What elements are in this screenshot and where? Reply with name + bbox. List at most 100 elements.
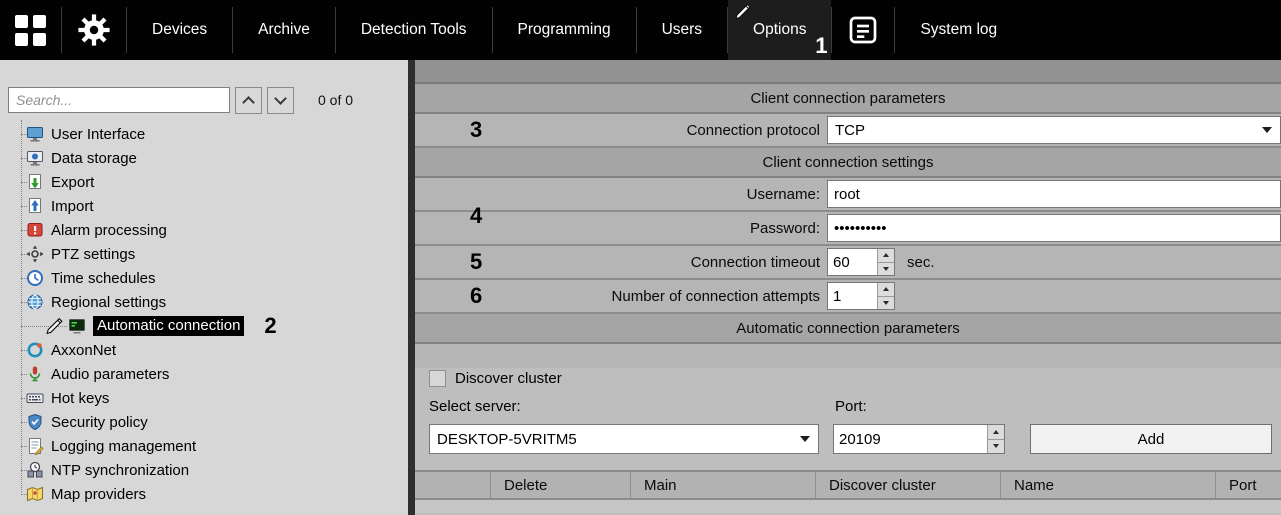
server-select[interactable]: DESKTOP-5VRITM5 bbox=[429, 424, 819, 454]
annotation-3: 3 bbox=[470, 119, 482, 141]
ntp-clock-icon bbox=[26, 461, 44, 479]
spin-down-button[interactable] bbox=[988, 439, 1004, 454]
arrow-up-icon bbox=[883, 287, 889, 291]
connection-attempts-spinner[interactable] bbox=[827, 282, 895, 310]
annotation-1: 1 bbox=[815, 35, 827, 57]
spin-up-button[interactable] bbox=[988, 425, 1004, 439]
dropdown-arrow-icon bbox=[800, 436, 810, 442]
tab-label: Archive bbox=[258, 21, 310, 39]
alarm-icon bbox=[26, 221, 44, 239]
chevron-up-icon bbox=[242, 96, 255, 109]
sidebar-item-ptz-settings[interactable]: PTZ settings bbox=[0, 242, 408, 266]
port-input[interactable] bbox=[834, 425, 987, 453]
toolbar-tab-system-log[interactable]: System log bbox=[895, 0, 1022, 60]
sidebar-item-axxonnet[interactable]: AxxonNet bbox=[0, 338, 408, 362]
pencil-icon bbox=[733, 1, 753, 21]
terminal-icon bbox=[68, 317, 86, 335]
system-log-button[interactable] bbox=[832, 0, 894, 60]
toolbar-tab-options[interactable]: Options 1 bbox=[728, 0, 831, 60]
port-spinner[interactable] bbox=[833, 424, 1005, 454]
chevron-down-icon bbox=[274, 92, 287, 105]
sidebar-item-label: NTP synchronization bbox=[51, 462, 189, 479]
arrow-down-icon bbox=[883, 267, 889, 271]
annotation-6: 6 bbox=[470, 285, 482, 307]
connection-attempts-input[interactable] bbox=[828, 283, 877, 309]
sidebar-item-import[interactable]: Import bbox=[0, 194, 408, 218]
sidebar-item-audio-parameters[interactable]: Audio parameters bbox=[0, 362, 408, 386]
discover-cluster-label: Discover cluster bbox=[455, 370, 562, 387]
arrow-down-icon bbox=[883, 301, 889, 305]
tab-label: System log bbox=[920, 21, 997, 39]
globe-icon bbox=[26, 293, 44, 311]
spin-down-button[interactable] bbox=[878, 262, 894, 276]
sidebar-item-label: Export bbox=[51, 174, 94, 191]
settings-tree: User Interface Data storage Export bbox=[0, 122, 408, 506]
search-result-count: 0 of 0 bbox=[318, 92, 353, 108]
spin-up-button[interactable] bbox=[878, 249, 894, 262]
sidebar-item-label: Hot keys bbox=[51, 390, 109, 407]
layout-menu-button[interactable] bbox=[0, 0, 61, 60]
sidebar-item-regional-settings[interactable]: Regional settings bbox=[0, 290, 408, 314]
section-title: Automatic connection parameters bbox=[736, 320, 959, 337]
password-input[interactable] bbox=[827, 214, 1281, 242]
tab-label: Options bbox=[753, 21, 806, 39]
connection-attempts-row: 6 Number of connection attempts bbox=[415, 280, 1281, 314]
settings-sidebar: 0 of 0 User Interface Data storage bbox=[0, 60, 408, 515]
annotation-4: 4 bbox=[470, 205, 482, 227]
monitor-icon bbox=[26, 125, 44, 143]
search-prev-button[interactable] bbox=[235, 87, 262, 114]
discover-cluster-checkbox[interactable] bbox=[429, 370, 446, 387]
tiles-icon bbox=[15, 15, 46, 46]
connection-timeout-spinner[interactable] bbox=[827, 248, 895, 276]
spin-down-button[interactable] bbox=[878, 296, 894, 310]
annotation-5: 5 bbox=[470, 251, 482, 273]
settings-gear-button[interactable] bbox=[62, 0, 126, 60]
toolbar-tab-programming[interactable]: Programming bbox=[493, 0, 636, 60]
sidebar-item-map-providers[interactable]: Map providers bbox=[0, 482, 408, 506]
sidebar-item-hot-keys[interactable]: Hot keys bbox=[0, 386, 408, 410]
microphone-icon bbox=[26, 365, 44, 383]
toolbar-tab-users[interactable]: Users bbox=[637, 0, 727, 60]
add-server-button[interactable]: Add bbox=[1030, 424, 1272, 454]
sidebar-item-time-schedules[interactable]: Time schedules bbox=[0, 266, 408, 290]
toolbar-tab-detection-tools[interactable]: Detection Tools bbox=[336, 0, 492, 60]
toolbar-tab-devices[interactable]: Devices bbox=[127, 0, 232, 60]
column-header-empty bbox=[415, 472, 490, 498]
toolbar-tab-archive[interactable]: Archive bbox=[233, 0, 335, 60]
server-controls-row: DESKTOP-5VRITM5 Add bbox=[429, 424, 1281, 454]
sidebar-item-ntp-synchronization[interactable]: NTP synchronization bbox=[0, 458, 408, 482]
spinner-buttons bbox=[877, 283, 894, 309]
connection-timeout-input[interactable] bbox=[828, 249, 877, 275]
sidebar-item-export[interactable]: Export bbox=[0, 170, 408, 194]
sidebar-item-label: PTZ settings bbox=[51, 246, 135, 263]
sidebar-item-label: Audio parameters bbox=[51, 366, 169, 383]
log-file-icon bbox=[26, 437, 44, 455]
search-next-button[interactable] bbox=[267, 87, 294, 114]
connection-protocol-value: TCP bbox=[835, 122, 865, 139]
connection-protocol-select[interactable]: TCP bbox=[827, 116, 1281, 144]
sidebar-item-label: Alarm processing bbox=[51, 222, 167, 239]
sidebar-item-security-policy[interactable]: Security policy bbox=[0, 410, 408, 434]
pencil-cursor-icon bbox=[44, 315, 65, 336]
section-title: Client connection parameters bbox=[750, 90, 945, 107]
spin-up-button[interactable] bbox=[878, 283, 894, 296]
arrow-down-icon bbox=[993, 444, 999, 448]
sidebar-item-user-interface[interactable]: User Interface bbox=[0, 122, 408, 146]
sidebar-item-logging-management[interactable]: Logging management bbox=[0, 434, 408, 458]
sidebar-item-label: Regional settings bbox=[51, 294, 166, 311]
sidebar-item-data-storage[interactable]: Data storage bbox=[0, 146, 408, 170]
sidebar-item-automatic-connection[interactable]: Automatic connection 2 bbox=[0, 314, 408, 338]
map-icon bbox=[26, 485, 44, 503]
sidebar-item-label: User Interface bbox=[51, 126, 145, 143]
keyboard-icon bbox=[26, 389, 44, 407]
username-input[interactable] bbox=[827, 180, 1281, 208]
sidebar-item-label: Automatic connection bbox=[93, 316, 244, 336]
sidebar-item-alarm-processing[interactable]: Alarm processing bbox=[0, 218, 408, 242]
application-window: Devices Archive Detection Tools Programm… bbox=[0, 0, 1281, 515]
arrow-up-icon bbox=[993, 430, 999, 434]
search-input[interactable] bbox=[8, 87, 230, 113]
sidebar-item-label: Security policy bbox=[51, 414, 148, 431]
section-header-client-connection-settings: Client connection settings bbox=[415, 148, 1281, 178]
log-icon bbox=[847, 14, 879, 46]
column-header-delete: Delete bbox=[490, 472, 630, 498]
